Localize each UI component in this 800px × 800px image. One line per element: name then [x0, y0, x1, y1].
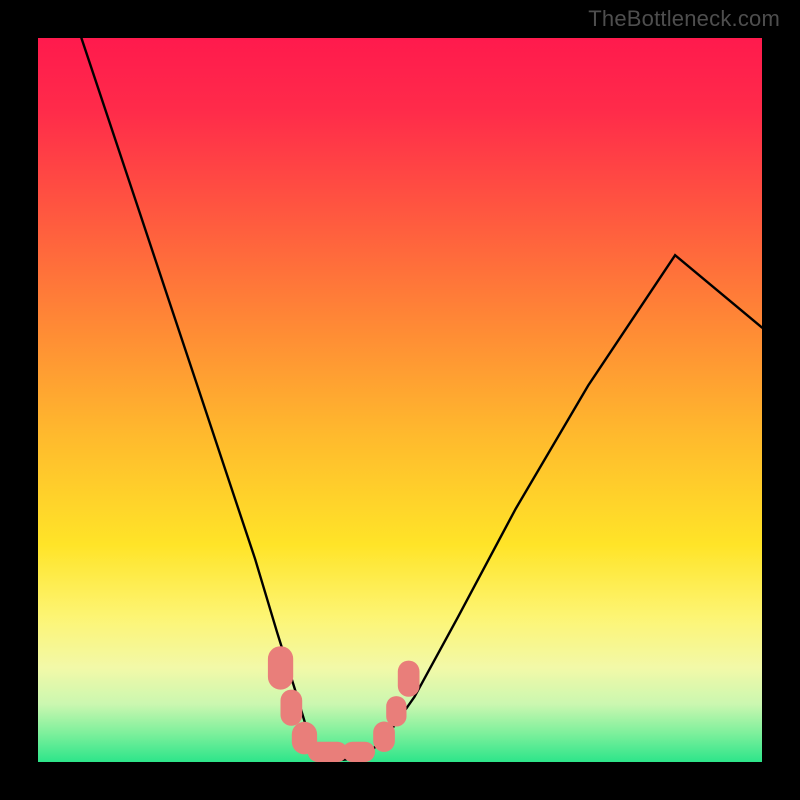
plot-area [38, 38, 762, 762]
curve-marker [373, 722, 395, 752]
curve-marker [342, 742, 375, 762]
bottleneck-curve [81, 38, 762, 760]
curve-markers [268, 646, 420, 762]
chart-svg [38, 38, 762, 762]
curve-marker [268, 646, 293, 689]
chart-container: TheBottleneck.com [0, 0, 800, 800]
curve-marker [398, 661, 420, 697]
curve-marker [281, 690, 303, 726]
curve-marker [308, 742, 348, 762]
curve-marker [386, 696, 406, 726]
watermark-text: TheBottleneck.com [588, 6, 780, 32]
